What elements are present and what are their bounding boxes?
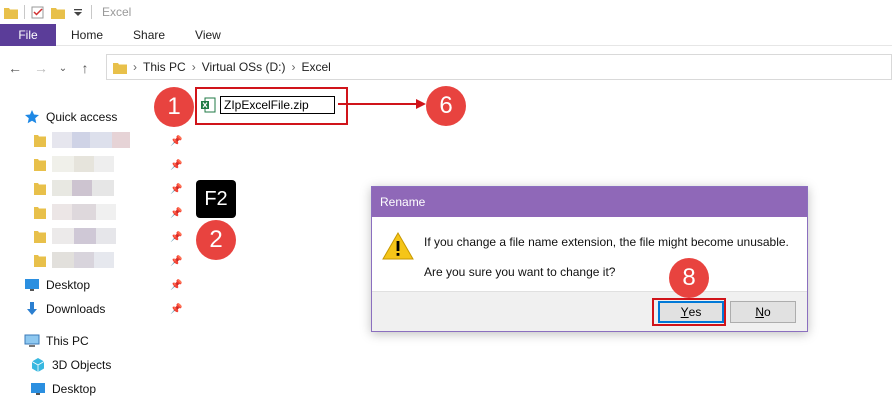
blurred-label	[52, 132, 72, 148]
new-folder-icon[interactable]	[51, 6, 65, 19]
star-icon	[25, 110, 39, 124]
blurred-label	[72, 132, 90, 148]
nav-desktop-pc[interactable]: Desktop	[30, 378, 96, 400]
nav-downloads[interactable]: Downloads	[24, 298, 105, 320]
blurred-label	[112, 132, 130, 148]
blurred-label	[74, 228, 96, 244]
nav-3d-objects[interactable]: 3D Objects	[30, 354, 111, 376]
pin-icon[interactable]: 📌	[170, 256, 182, 267]
pin-icon[interactable]: 📌	[170, 136, 182, 147]
window-title: Excel	[102, 5, 132, 19]
blurred-label	[96, 228, 116, 244]
blurred-label	[92, 180, 114, 196]
folder-icon	[34, 159, 46, 171]
tab-share[interactable]: Share	[118, 24, 180, 46]
pin-icon[interactable]: 📌	[170, 160, 182, 171]
step-badge-1: 1	[154, 87, 194, 127]
computer-icon	[24, 334, 40, 347]
download-arrow-icon	[27, 302, 37, 315]
blurred-label	[94, 252, 114, 268]
blurred-label	[96, 204, 116, 220]
pin-icon[interactable]: 📌	[170, 280, 182, 291]
blurred-label	[72, 180, 92, 196]
toolbar-separator	[24, 5, 25, 19]
folder-icon	[34, 135, 46, 147]
desktop-icon	[31, 383, 45, 395]
blurred-label	[72, 204, 96, 220]
list-item[interactable]	[34, 180, 114, 196]
no-button[interactable]: No	[730, 301, 796, 323]
blurred-label	[74, 252, 94, 268]
folder-icon	[4, 7, 18, 19]
highlight-box	[652, 298, 726, 326]
breadcrumb-drive[interactable]: Virtual OSs (D:)	[202, 60, 286, 74]
navigation-pane: Quick access 📌 📌 📌 �	[0, 100, 190, 400]
dialog-footer: Yes No	[372, 291, 807, 331]
dialog-message: If you change a file name extension, the…	[424, 235, 789, 249]
breadcrumb-this-pc[interactable]: This PC	[143, 60, 186, 74]
navigation-bar: ← → ⌄ ↑ › This PC › Virtual OSs (D:) › E…	[0, 54, 892, 82]
ribbon-tabs: File Home Share View	[0, 24, 892, 46]
folder-icon	[113, 62, 127, 74]
step-badge-8: 8	[669, 258, 709, 298]
blurred-label	[52, 204, 72, 220]
list-item[interactable]	[34, 228, 116, 244]
breadcrumb-separator-icon: ›	[291, 60, 296, 74]
folder-icon	[34, 231, 46, 243]
annotation-arrow	[338, 99, 426, 109]
step-badge-2: 2	[196, 220, 236, 260]
step-badge-6: 6	[426, 86, 466, 126]
pin-icon[interactable]: 📌	[170, 208, 182, 219]
blurred-label	[52, 180, 72, 196]
warning-icon	[382, 231, 414, 260]
list-item[interactable]	[34, 204, 116, 220]
blurred-label	[52, 156, 74, 172]
pin-icon[interactable]: 📌	[170, 304, 182, 315]
dialog-question: Are you sure you want to change it?	[424, 265, 616, 279]
back-arrow-icon[interactable]: ←	[4, 57, 26, 79]
rename-dialog: Rename If you change a file name extensi…	[371, 186, 808, 332]
highlight-box	[195, 87, 348, 125]
blurred-label	[94, 156, 114, 172]
nav-quick-access[interactable]: Quick access	[24, 106, 117, 128]
tab-view[interactable]: View	[180, 24, 236, 46]
up-arrow-icon[interactable]: ↑	[74, 57, 96, 79]
title-bar: Excel	[0, 0, 892, 24]
recent-locations-chevron-icon[interactable]: ⌄	[56, 57, 70, 79]
tab-file[interactable]: File	[0, 24, 56, 46]
blurred-label	[90, 132, 112, 148]
folder-icon	[34, 255, 46, 267]
list-item[interactable]	[34, 156, 114, 172]
folder-icon	[34, 183, 46, 195]
breadcrumb-separator-icon: ›	[133, 60, 137, 74]
blurred-label	[52, 228, 74, 244]
desktop-icon	[25, 279, 39, 291]
properties-icon[interactable]	[31, 6, 45, 19]
customize-dropdown-icon[interactable]	[71, 6, 85, 19]
address-bar[interactable]: › This PC › Virtual OSs (D:) › Excel	[106, 54, 892, 80]
dialog-body: If you change a file name extension, the…	[372, 217, 807, 293]
pin-icon[interactable]: 📌	[170, 184, 182, 195]
cube-icon	[31, 358, 45, 372]
list-item[interactable]	[34, 132, 130, 148]
nav-this-pc[interactable]: This PC	[24, 330, 89, 352]
breadcrumb-excel[interactable]: Excel	[301, 60, 330, 74]
tab-home[interactable]: Home	[56, 24, 118, 46]
dialog-title: Rename	[372, 187, 807, 217]
nav-desktop[interactable]: Desktop	[24, 274, 90, 296]
blurred-label	[74, 156, 94, 172]
blurred-label	[52, 252, 74, 268]
folder-icon	[34, 207, 46, 219]
forward-arrow-icon[interactable]: →	[30, 57, 52, 79]
list-item[interactable]	[34, 252, 114, 268]
f2-key: F2	[196, 180, 236, 218]
breadcrumb-separator-icon: ›	[191, 60, 196, 74]
pin-icon[interactable]: 📌	[170, 232, 182, 243]
toolbar-separator	[91, 5, 92, 19]
